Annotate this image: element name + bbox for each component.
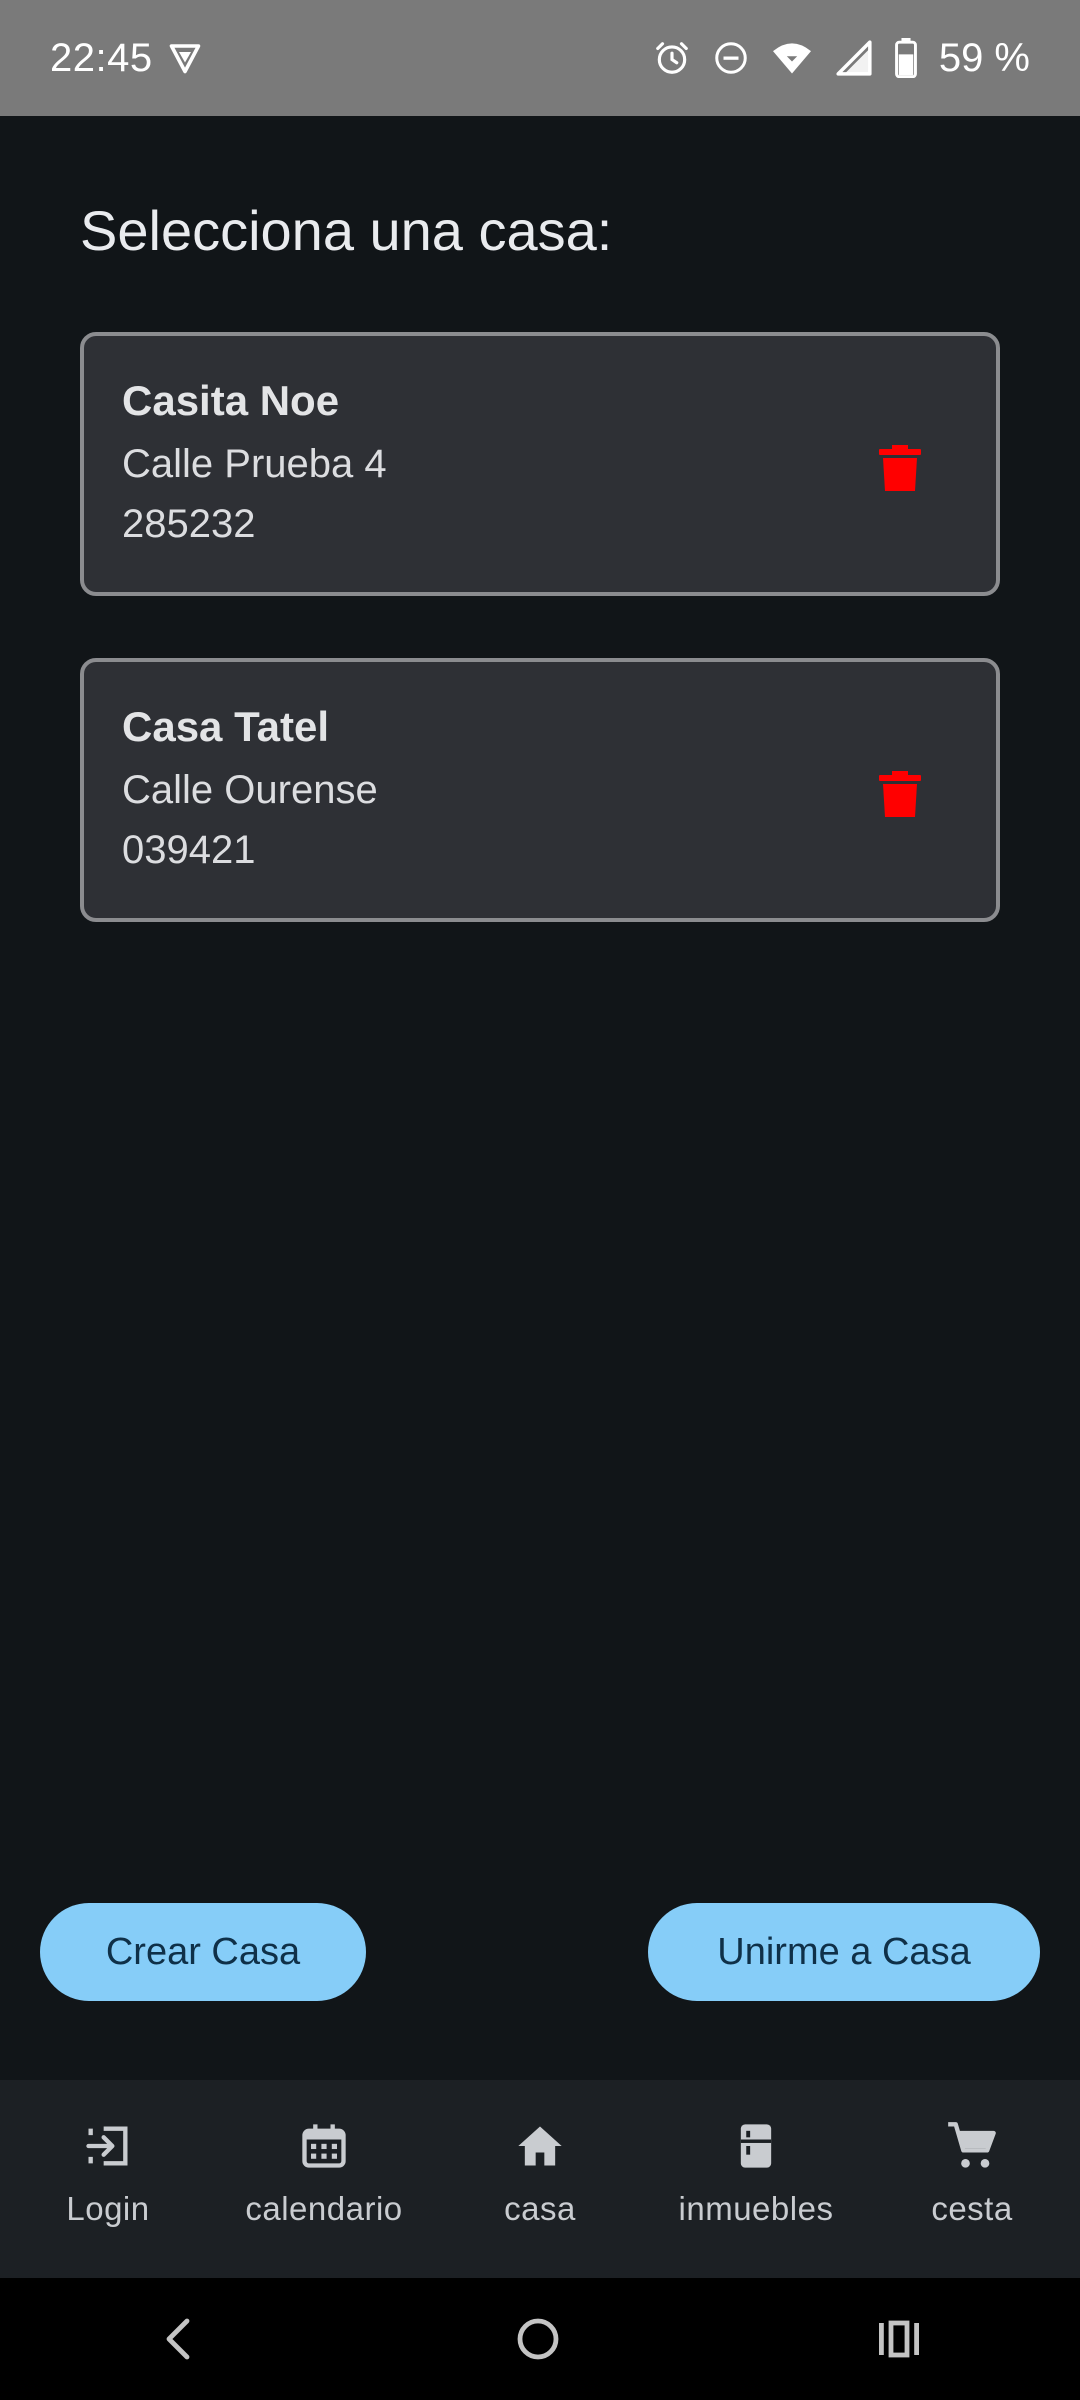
trash-icon (878, 445, 922, 496)
page-title: Selecciona una casa: (80, 199, 613, 262)
home-circle-icon[interactable] (516, 2317, 560, 2361)
trash-icon (878, 771, 922, 822)
login-icon (82, 2120, 134, 2172)
house-card[interactable]: Casita Noe Calle Prueba 4 285232 (80, 332, 1000, 596)
status-right: 59 % (653, 36, 1030, 81)
alarm-icon (653, 39, 691, 77)
wifi-icon (771, 39, 813, 77)
fridge-icon (730, 2120, 782, 2172)
delete-house-button[interactable] (878, 444, 922, 492)
nav-label: inmuebles (678, 2190, 834, 2227)
create-house-button[interactable]: Crear Casa (40, 1903, 366, 2001)
status-left: 22:45 (50, 36, 203, 81)
house-name: Casa Tatel (122, 703, 329, 750)
battery-icon (894, 38, 917, 78)
house-address: Calle Prueba 4 (122, 442, 387, 486)
nav-item-calendario[interactable]: calendario (224, 2080, 424, 2228)
nav-item-casa[interactable]: casa (440, 2080, 640, 2228)
vpn-shield-icon (167, 40, 203, 76)
delete-house-button[interactable] (878, 770, 922, 818)
system-navigation-bar (0, 2278, 1080, 2400)
house-name: Casita Noe (122, 377, 340, 424)
recents-icon[interactable] (877, 2319, 921, 2359)
house-address: Calle Ourense (122, 768, 378, 812)
back-icon[interactable] (159, 2317, 199, 2361)
nav-label: calendario (245, 2190, 403, 2227)
battery-percentage: 59 % (938, 35, 1030, 80)
nav-label: cesta (931, 2190, 1013, 2227)
signal-icon (835, 39, 873, 77)
status-bar: 22:45 59 % (0, 0, 1080, 116)
join-house-button[interactable]: Unirme a Casa (648, 1903, 1040, 2001)
nav-item-inmuebles[interactable]: inmuebles (656, 2080, 856, 2228)
cart-icon (946, 2120, 998, 2172)
home-icon (514, 2120, 566, 2172)
house-list: Casita Noe Calle Prueba 4 285232 Casa Ta… (80, 332, 1000, 984)
calendar-icon (298, 2120, 350, 2172)
do-not-disturb-icon (713, 40, 749, 76)
nav-label: Login (66, 2190, 150, 2227)
status-time: 22:45 (50, 35, 153, 80)
house-code: 285232 (122, 502, 256, 546)
bottom-navigation: Login calendario casa inmuebles cesta (0, 2080, 1080, 2278)
house-card[interactable]: Casa Tatel Calle Ourense 039421 (80, 658, 1000, 922)
nav-item-cesta[interactable]: cesta (872, 2080, 1072, 2228)
nav-label: casa (504, 2190, 576, 2227)
house-code: 039421 (122, 828, 256, 872)
nav-item-login[interactable]: Login (8, 2080, 208, 2228)
